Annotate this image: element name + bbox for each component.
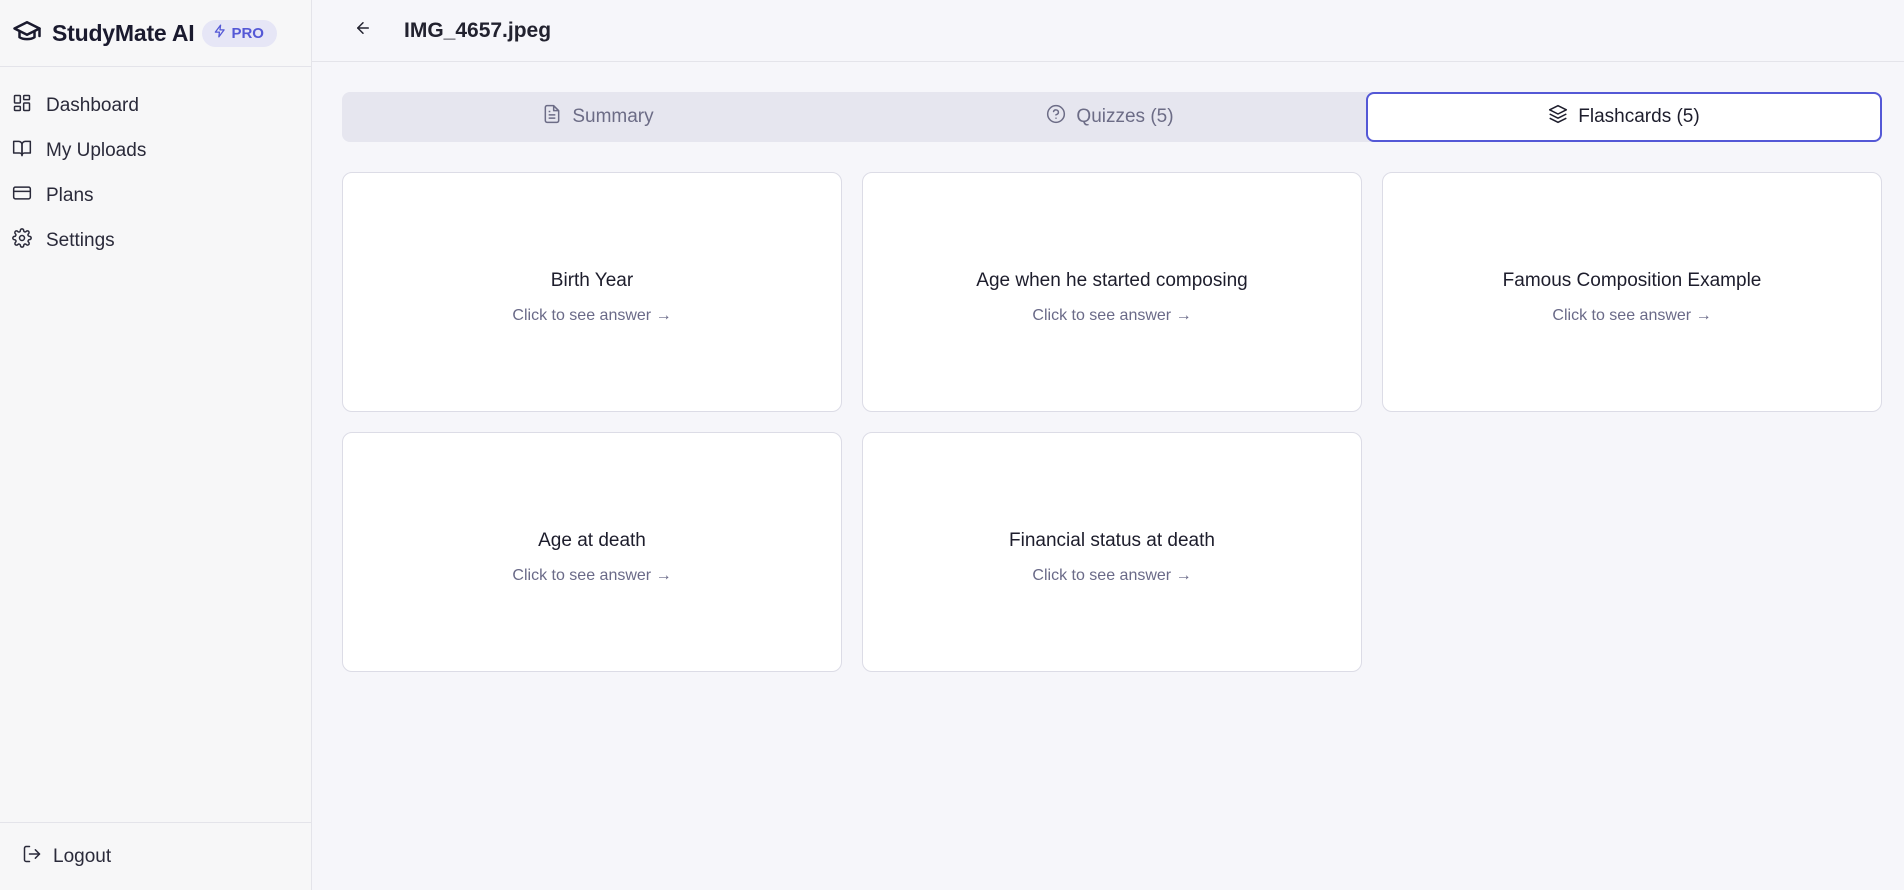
tab-quizzes[interactable]: Quizzes (5) (854, 92, 1366, 142)
tab-label: Flashcards (5) (1578, 106, 1700, 127)
book-icon (12, 138, 46, 164)
dashboard-icon (12, 93, 46, 119)
flashcard[interactable]: Birth Year Click to see answer → (342, 172, 842, 412)
flashcard-question: Financial status at death (1009, 529, 1215, 551)
logout-button[interactable]: Logout (0, 822, 311, 890)
logout-icon (22, 844, 53, 870)
sidebar-item-my-uploads[interactable]: My Uploads (0, 128, 311, 173)
flashcard-grid: Birth Year Click to see answer → Age whe… (342, 172, 1883, 672)
tab-label: Summary (572, 106, 654, 127)
arrow-left-icon (354, 19, 372, 42)
sidebar-nav: Dashboard My Uploads Plans Settings (0, 67, 311, 263)
tab-summary[interactable]: Summary (342, 92, 854, 142)
sidebar-item-dashboard[interactable]: Dashboard (0, 83, 311, 128)
content-tabs: Summary Quizzes (5) Flashcards (5) (342, 92, 1882, 142)
sidebar-item-label: Settings (46, 229, 115, 251)
flashcard[interactable]: Age when he started composing Click to s… (862, 172, 1362, 412)
brand-name: StudyMate AI (52, 19, 195, 46)
logout-label: Logout (53, 845, 112, 867)
sidebar-item-label: Dashboard (46, 94, 139, 116)
pro-badge-label: PRO (231, 24, 264, 42)
sidebar-item-label: My Uploads (46, 139, 147, 161)
brand: StudyMate AI PRO (0, 0, 311, 67)
back-button[interactable] (350, 18, 376, 44)
document-icon (542, 104, 562, 130)
flashcard-question: Age when he started composing (976, 269, 1248, 291)
gear-icon (12, 227, 46, 254)
credit-card-icon (12, 183, 46, 209)
graduation-cap-icon (12, 16, 42, 51)
page-header: IMG_4657.jpeg (312, 0, 1904, 62)
flashcard[interactable]: Financial status at death Click to see a… (862, 432, 1362, 672)
flashcard-hint: Click to see answer → (1032, 566, 1192, 584)
flashcard-hint: Click to see answer → (1552, 306, 1712, 324)
page-title: IMG_4657.jpeg (404, 18, 552, 42)
sidebar-item-plans[interactable]: Plans (0, 173, 311, 218)
tab-flashcards[interactable]: Flashcards (5) (1366, 92, 1882, 142)
flashcard-question: Age at death (538, 529, 646, 551)
flashcard[interactable]: Age at death Click to see answer → (342, 432, 842, 672)
flashcard-question: Famous Composition Example (1502, 269, 1762, 291)
sidebar-item-settings[interactable]: Settings (0, 218, 311, 263)
pro-badge: PRO (202, 19, 277, 47)
sidebar-item-label: Plans (46, 184, 94, 206)
lightning-icon (213, 24, 227, 42)
flashcard-hint: Click to see answer → (512, 566, 672, 584)
flashcard[interactable]: Famous Composition Example Click to see … (1382, 172, 1882, 412)
flashcard-hint: Click to see answer → (512, 306, 672, 324)
flashcard-hint: Click to see answer → (1032, 306, 1192, 324)
tab-label: Quizzes (5) (1076, 106, 1174, 127)
flashcard-question: Birth Year (550, 269, 634, 291)
layers-icon (1548, 104, 1568, 130)
sidebar: StudyMate AI PRO Dashboard My Uploads Pl… (0, 0, 312, 890)
help-circle-icon (1046, 104, 1066, 130)
